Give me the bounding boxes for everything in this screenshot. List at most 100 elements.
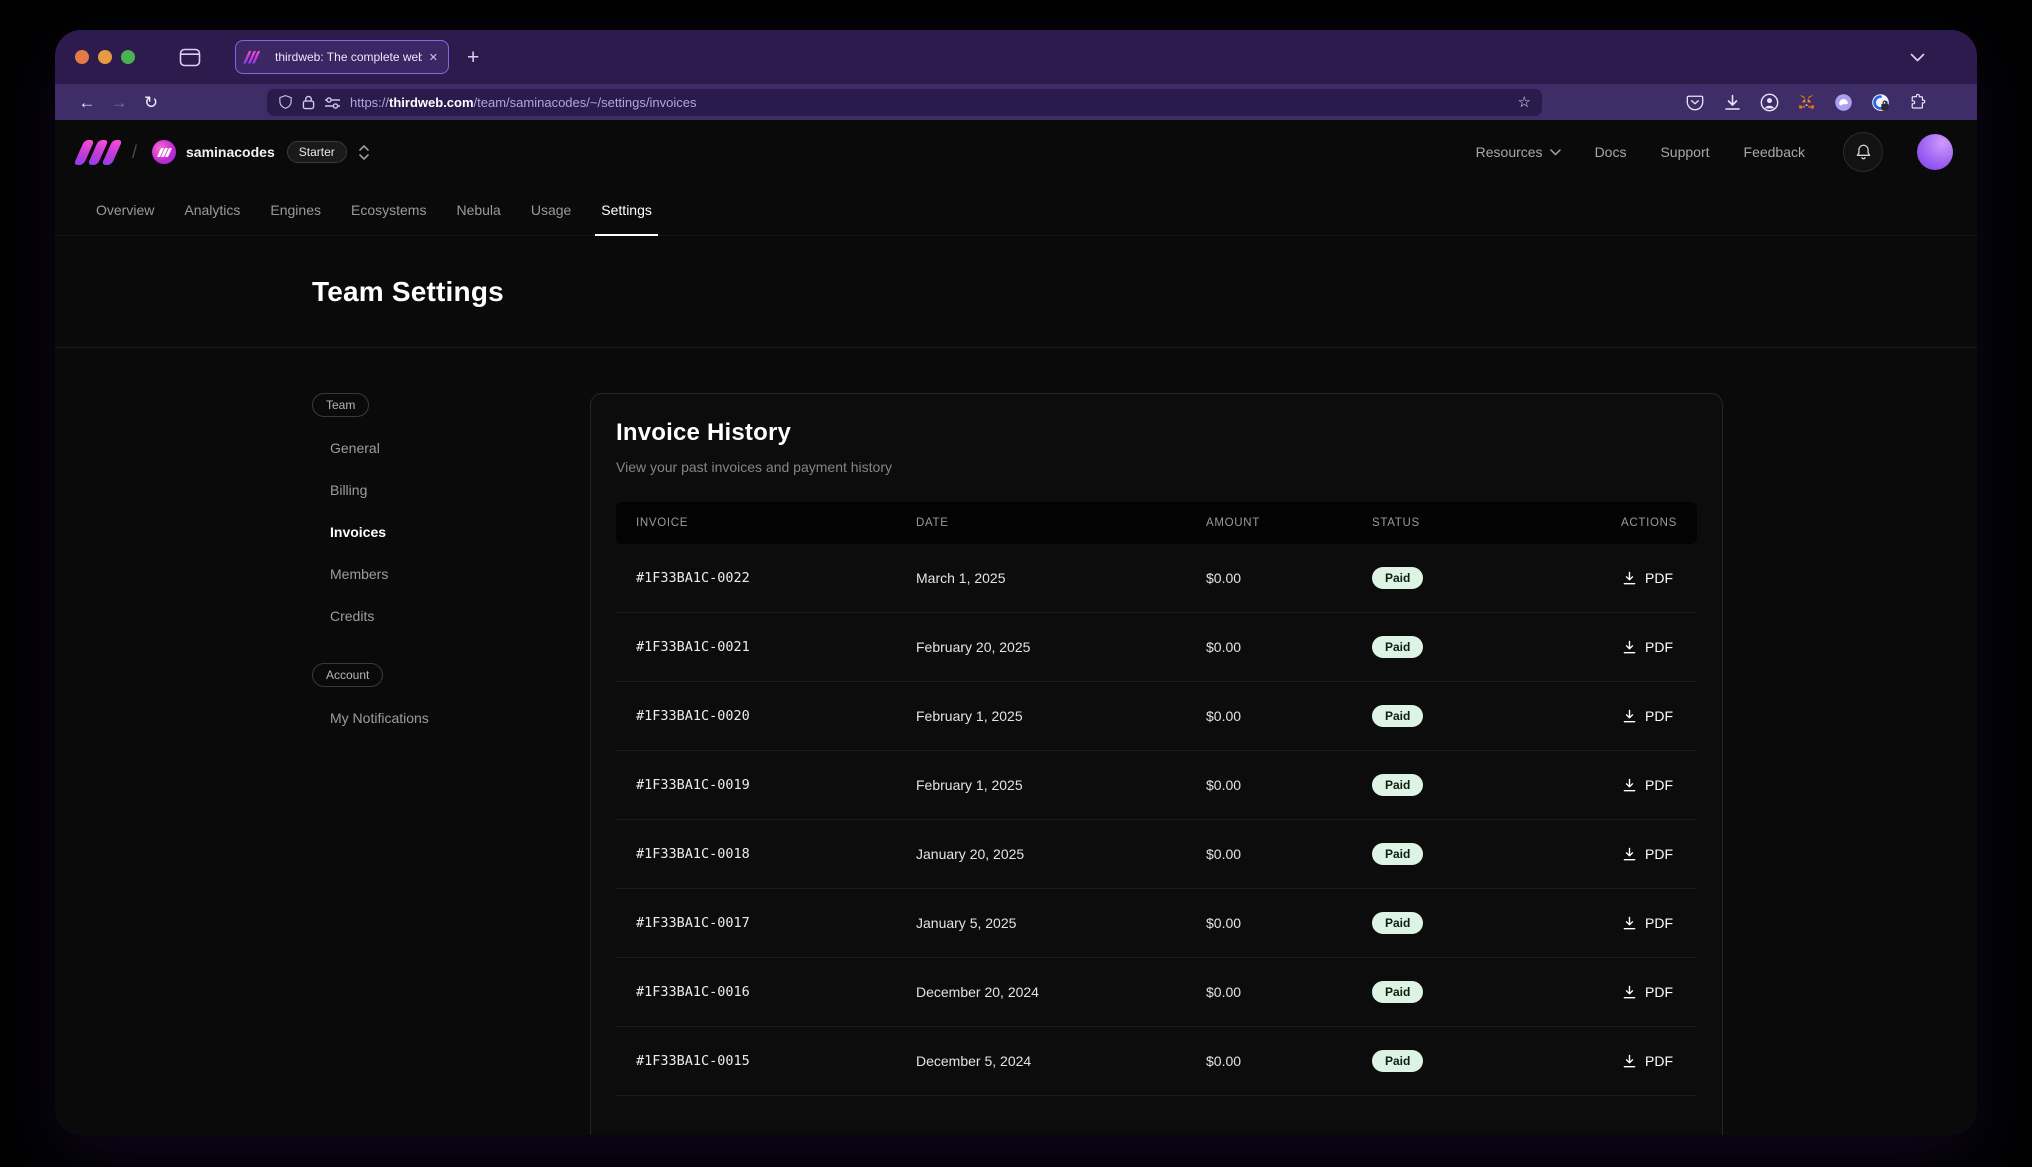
column-header-status: STATUS: [1372, 517, 1547, 529]
tab-usage[interactable]: Usage: [516, 184, 586, 235]
invoice-amount: $0.00: [1206, 639, 1372, 655]
phantom-icon[interactable]: [1833, 92, 1853, 112]
browser-toolbar: ← → ↻ https://thirdweb.com/team/saminaco…: [55, 84, 1977, 120]
extensions-puzzle-icon[interactable]: [1907, 92, 1927, 112]
wallet-extension-icon[interactable]: [1870, 92, 1890, 112]
header-link-docs[interactable]: Docs: [1595, 144, 1627, 160]
download-icon: [1622, 916, 1637, 931]
thirdweb-logo[interactable]: [79, 139, 117, 165]
status-badge: Paid: [1372, 1050, 1423, 1072]
notifications-bell-button[interactable]: [1843, 132, 1883, 172]
sidebar-item-billing[interactable]: Billing: [312, 469, 524, 511]
invoice-number: #1F33BA1C-0022: [636, 570, 916, 586]
sidebar-item-my-notifications[interactable]: My Notifications: [312, 697, 524, 739]
invoice-row: #1F33BA1C-0016 December 20, 2024 $0.00 P…: [616, 958, 1697, 1027]
tab-settings[interactable]: Settings: [586, 184, 667, 235]
user-avatar[interactable]: [1917, 134, 1953, 170]
tab-ecosystems[interactable]: Ecosystems: [336, 184, 441, 235]
invoice-date: January 5, 2025: [916, 915, 1206, 931]
invoice-table: INVOICEDATEAMOUNTSTATUSACTIONS #1F33BA1C…: [616, 502, 1697, 1096]
status-badge: Paid: [1372, 567, 1423, 589]
tab-nebula[interactable]: Nebula: [441, 184, 515, 235]
invoice-date: January 20, 2025: [916, 846, 1206, 862]
column-header-actions: ACTIONS: [1621, 517, 1677, 529]
download-icon: [1622, 1054, 1637, 1069]
invoice-row: #1F33BA1C-0020 February 1, 2025 $0.00 Pa…: [616, 682, 1697, 751]
download-icon: [1622, 778, 1637, 793]
invoice-date: December 5, 2024: [916, 1053, 1206, 1069]
invoice-amount: $0.00: [1206, 570, 1372, 586]
page-title: Team Settings: [312, 276, 504, 308]
forward-button[interactable]: →: [103, 94, 135, 111]
header-link-resources[interactable]: Resources: [1476, 144, 1561, 160]
download-icon: [1622, 847, 1637, 862]
tab-overview[interactable]: Overview: [81, 184, 169, 235]
header-link-feedback[interactable]: Feedback: [1744, 144, 1805, 160]
minimize-window-button[interactable]: [98, 50, 112, 64]
close-window-button[interactable]: [75, 50, 89, 64]
status-badge: Paid: [1372, 636, 1423, 658]
download-pdf-button[interactable]: PDF: [1618, 909, 1677, 937]
sidebar-item-general[interactable]: General: [312, 427, 524, 469]
menu-icon[interactable]: [1944, 92, 1961, 112]
team-avatar[interactable]: [152, 140, 176, 164]
table-header-row: INVOICEDATEAMOUNTSTATUSACTIONS: [616, 502, 1697, 544]
account-icon[interactable]: [1759, 92, 1779, 112]
site-header: / saminacodes Starter ResourcesDocsSuppo…: [55, 120, 1977, 184]
card-title: Invoice History: [616, 419, 1697, 447]
download-pdf-button[interactable]: PDF: [1618, 840, 1677, 868]
invoice-date: December 20, 2024: [916, 984, 1206, 1000]
sidebar-group-pill-team: Team: [312, 393, 369, 417]
download-pdf-button[interactable]: PDF: [1618, 633, 1677, 661]
back-button[interactable]: ←: [71, 94, 103, 111]
address-bar[interactable]: https://thirdweb.com/team/saminacodes/~/…: [267, 89, 1542, 116]
bookmark-star-icon[interactable]: ☆: [1518, 93, 1531, 111]
status-badge: Paid: [1372, 774, 1423, 796]
breadcrumb-separator: /: [132, 142, 137, 163]
browser-window: thirdweb: The complete web3 d ✕ + ← → ↻ …: [55, 30, 1977, 1135]
tab-analytics[interactable]: Analytics: [169, 184, 255, 235]
sidebar-item-members[interactable]: Members: [312, 553, 524, 595]
download-pdf-button[interactable]: PDF: [1618, 702, 1677, 730]
team-name[interactable]: saminacodes: [186, 144, 275, 160]
invoice-date: February 20, 2025: [916, 639, 1206, 655]
download-pdf-button[interactable]: PDF: [1618, 564, 1677, 592]
header-link-support[interactable]: Support: [1660, 144, 1709, 160]
lock-icon[interactable]: [302, 95, 315, 110]
sidebar-item-credits[interactable]: Credits: [312, 595, 524, 637]
tab-engines[interactable]: Engines: [255, 184, 336, 235]
download-icon: [1622, 985, 1637, 1000]
tab-bar: thirdweb: The complete web3 d ✕ +: [55, 30, 1977, 84]
sidebar-item-invoices[interactable]: Invoices: [312, 511, 524, 553]
permissions-icon[interactable]: [324, 96, 341, 109]
download-pdf-button[interactable]: PDF: [1618, 978, 1677, 1006]
tracking-protection-shield-icon[interactable]: [278, 94, 293, 110]
firefox-view-icon[interactable]: [179, 47, 203, 67]
chevron-down-icon: [1550, 149, 1561, 156]
thirdweb-site: / saminacodes Starter ResourcesDocsSuppo…: [55, 120, 1977, 1135]
zoom-window-button[interactable]: [121, 50, 135, 64]
download-icon: [1622, 571, 1637, 586]
new-tab-button[interactable]: +: [467, 47, 479, 68]
invoice-number: #1F33BA1C-0015: [636, 1053, 916, 1069]
download-pdf-button[interactable]: PDF: [1618, 771, 1677, 799]
downloads-icon[interactable]: [1722, 92, 1742, 112]
header-links: Resources Docs Support Feedback: [1476, 132, 1953, 172]
invoice-number: #1F33BA1C-0019: [636, 777, 916, 793]
pocket-icon[interactable]: [1685, 92, 1705, 112]
browser-tab[interactable]: thirdweb: The complete web3 d ✕: [235, 40, 449, 74]
metamask-icon[interactable]: [1796, 92, 1816, 112]
column-header-invoice: INVOICE: [636, 517, 916, 529]
invoice-number: #1F33BA1C-0020: [636, 708, 916, 724]
invoice-row: #1F33BA1C-0018 January 20, 2025 $0.00 Pa…: [616, 820, 1697, 889]
reload-button[interactable]: ↻: [135, 94, 167, 111]
download-pdf-button[interactable]: PDF: [1618, 1047, 1677, 1075]
close-tab-icon[interactable]: ✕: [429, 51, 438, 64]
team-switcher-icon[interactable]: [358, 144, 370, 161]
column-header-date: DATE: [916, 517, 1206, 529]
tab-list-chevron-icon[interactable]: [1910, 53, 1925, 62]
invoice-row: #1F33BA1C-0015 December 5, 2024 $0.00 Pa…: [616, 1027, 1697, 1096]
window-controls: [75, 50, 135, 64]
invoice-number: #1F33BA1C-0016: [636, 984, 916, 1000]
sidebar-group-team: Team GeneralBillingInvoicesMembersCredit…: [312, 393, 524, 637]
